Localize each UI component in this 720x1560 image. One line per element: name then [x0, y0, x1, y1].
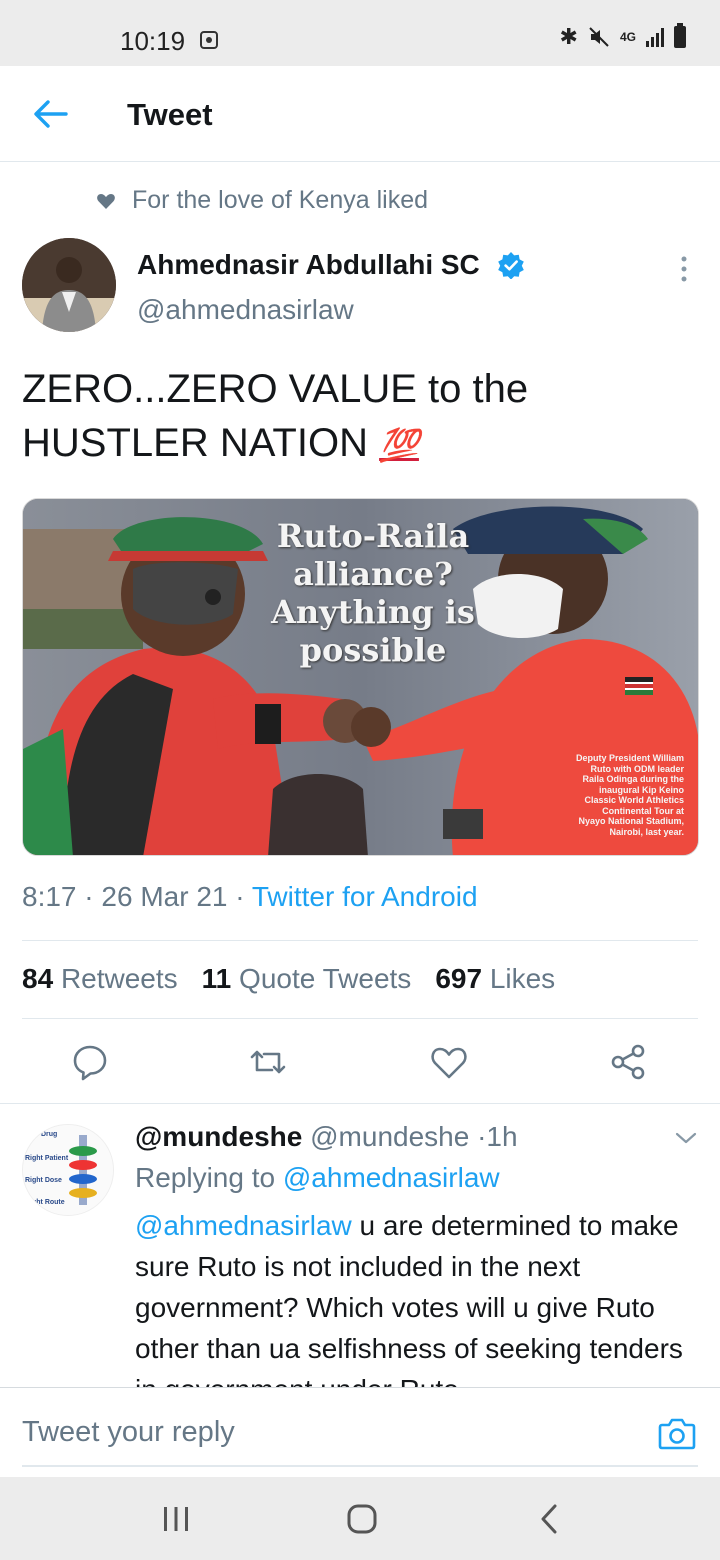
image-caption: Deputy President William Ruto with ODM l…: [576, 753, 684, 837]
tweet-source-link[interactable]: Twitter for Android: [252, 881, 478, 912]
tweet-text: ZERO...ZERO VALUE to the HUSTLER NATION …: [22, 362, 702, 472]
verified-badge-icon: [498, 252, 524, 279]
retweets-count: 84: [22, 963, 54, 994]
tweet-time: 8:17: [22, 881, 77, 912]
signal-icon: [646, 27, 664, 47]
divider: [22, 940, 698, 941]
retweets-stat[interactable]: 84 Retweets: [22, 963, 178, 995]
reply-display-name[interactable]: @mundeshe: [135, 1121, 302, 1152]
avatar-label: Right Dose: [25, 1177, 62, 1184]
quote-tweets-stat[interactable]: 11 Quote Tweets: [202, 963, 412, 995]
home-icon[interactable]: [344, 1501, 380, 1537]
hundred-points-emoji: 💯: [379, 427, 419, 463]
bluetooth-icon: ✱: [559, 24, 578, 49]
reply-icon[interactable]: [70, 1042, 110, 1082]
avatar-label: Right Patient: [25, 1155, 69, 1162]
tweet-date: 26 Mar 21: [101, 881, 228, 912]
divider: [0, 1103, 720, 1104]
author-handle[interactable]: @ahmednasirlaw: [137, 294, 354, 326]
divider: [22, 1018, 698, 1019]
author-name[interactable]: Ahmednasir Abdullahi SC: [137, 249, 480, 281]
replying-prefix: Replying to: [135, 1162, 276, 1193]
page-title: Tweet: [127, 97, 213, 132]
reply-avatar[interactable]: Drug Right Patient Right Dose Right Rout…: [22, 1124, 114, 1216]
system-nav-bar: [0, 1477, 720, 1560]
tweet-body: ZERO...ZERO VALUE to the HUSTLER NATION: [22, 367, 529, 465]
replying-to-link[interactable]: @ahmednasirlaw: [283, 1162, 500, 1193]
reply-age: 1h: [486, 1121, 518, 1152]
image-headline: Ruto-Raila alliance? Anything is possibl…: [271, 517, 475, 669]
reply-input[interactable]: Tweet your reply: [22, 1416, 235, 1449]
replying-to: Replying to @ahmednasirlaw: [135, 1162, 500, 1194]
composer-underline: [22, 1465, 698, 1467]
tweet-image[interactable]: Ruto-Raila alliance? Anything is possibl…: [22, 498, 699, 856]
retweet-icon[interactable]: [248, 1042, 288, 1082]
more-options-icon[interactable]: [676, 254, 692, 284]
reply-composer: Tweet your reply: [0, 1387, 720, 1477]
top-app-bar: Tweet: [0, 66, 720, 162]
recent-apps-icon[interactable]: [158, 1501, 194, 1537]
network-type: 4G: [619, 29, 636, 44]
tweet-meta: 8:17 · 26 Mar 21 · Twitter for Android: [22, 881, 478, 913]
quote-tweets-count: 11: [201, 963, 232, 994]
avatar-label: Drug: [41, 1131, 58, 1138]
likes-count: 697: [435, 963, 483, 994]
mute-icon: [589, 27, 609, 47]
reply-handle[interactable]: @mundeshe: [310, 1121, 469, 1152]
share-icon[interactable]: [608, 1042, 648, 1082]
tweet-actions: [0, 1030, 720, 1102]
reply-text: @ahmednasirlaw u are determined to make …: [135, 1205, 700, 1387]
meta-sep: ·: [235, 881, 245, 912]
status-icons: ✱ 4G: [559, 23, 686, 50]
settings-notification-icon: [200, 31, 218, 49]
likes-label: Likes: [489, 963, 556, 994]
social-context: For the love of Kenya liked: [96, 186, 428, 215]
retweets-label: Retweets: [60, 963, 178, 994]
quote-tweets-label: Quote Tweets: [239, 963, 412, 994]
meta-sep: ·: [84, 881, 94, 912]
like-icon[interactable]: [429, 1042, 469, 1082]
author-avatar[interactable]: [22, 238, 116, 332]
back-nav-icon[interactable]: [532, 1501, 568, 1537]
likes-stat[interactable]: 697 Likes: [435, 963, 555, 995]
avatar-label: Right Route: [25, 1199, 65, 1206]
reply-header: @mundeshe @mundeshe ·1h: [135, 1121, 518, 1153]
battery-icon: [674, 23, 686, 48]
status-time: 10:19: [120, 26, 186, 56]
social-context-text: For the love of Kenya liked: [132, 186, 428, 214]
reply-mention-link[interactable]: @ahmednasirlaw: [135, 1210, 352, 1241]
chevron-down-icon[interactable]: [674, 1130, 698, 1146]
tweet-stats: 84 Retweets 11 Quote Tweets 697 Likes: [22, 963, 555, 995]
heart-icon: [97, 193, 115, 209]
status-bar: 10:19 ✱ 4G: [0, 0, 720, 66]
camera-icon[interactable]: [658, 1415, 696, 1451]
arrow-left-icon[interactable]: [30, 96, 70, 132]
